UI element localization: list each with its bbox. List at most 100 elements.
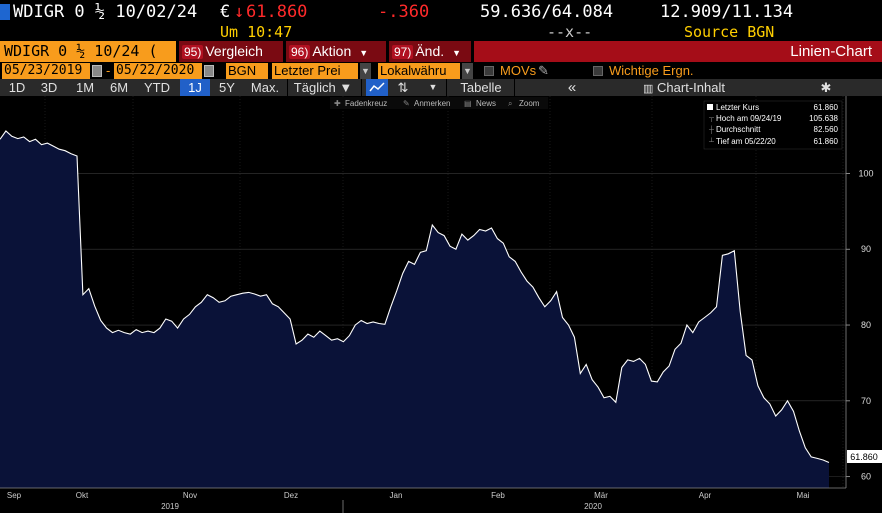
aenderung-button[interactable]: 97) Änd. ▼ xyxy=(389,41,471,62)
average-marker-icon: ┼ xyxy=(708,125,714,135)
annotate-button[interactable]: Anmerken xyxy=(414,99,450,108)
events-checkbox[interactable] xyxy=(593,66,603,76)
line-chart-icon[interactable] xyxy=(366,79,388,96)
table-button[interactable]: Tabelle xyxy=(452,79,510,96)
last-value-text: 61.860 xyxy=(850,452,878,462)
dropdown-arrow-icon[interactable]: ▼ xyxy=(426,79,440,96)
price-area xyxy=(0,131,829,488)
period-5y-button[interactable]: 5Y xyxy=(214,79,240,96)
x-tick-label: Feb xyxy=(491,491,505,500)
start-date-input[interactable]: 05/23/2019 xyxy=(2,63,90,79)
yields: 12.909/11.134 xyxy=(660,2,794,22)
price-change: -.360 xyxy=(378,2,430,22)
date-range-dash: - xyxy=(104,63,111,79)
price-field-select[interactable]: Letzter Prei xyxy=(272,63,358,79)
quote-bar: WDIGR 0 ½ 10/02/24 € ↓ 61.860 -.360 59.6… xyxy=(0,0,882,22)
period-3d-button[interactable]: 3D xyxy=(36,79,62,96)
x-tick-label: Mai xyxy=(797,491,810,500)
frequency-select[interactable]: Täglich ▼ xyxy=(290,79,356,96)
collapse-icon[interactable]: « xyxy=(562,79,582,96)
period-1d-button[interactable]: 1D xyxy=(4,79,30,96)
source-input[interactable]: BGN xyxy=(226,63,268,79)
aktion-label: Aktion xyxy=(312,43,352,59)
quote-time: Um 10:47 xyxy=(220,23,293,41)
calendar-icon[interactable] xyxy=(92,65,102,77)
chart-content-button[interactable]: ▥ Chart-Inhalt xyxy=(634,79,734,96)
news-icon[interactable]: ▤ xyxy=(464,99,472,108)
low-marker-icon: ┴ xyxy=(708,137,714,146)
y-tick-label: 60 xyxy=(861,472,871,482)
y-tick-label: 100 xyxy=(858,168,873,178)
aktion-button[interactable]: 96) Aktion ▼ xyxy=(286,41,386,62)
x-tick-label: Nov xyxy=(183,491,197,500)
events-label: Wichtige Ergn. xyxy=(609,63,694,78)
security-ticker[interactable]: WDIGR 0 ½ 10/02/24 xyxy=(13,2,197,22)
period-ytd-button[interactable]: YTD xyxy=(140,79,174,96)
zoom-icon[interactable]: ⌕ xyxy=(508,99,512,108)
zoom-button[interactable]: Zoom xyxy=(519,99,540,108)
aenderung-label: Änd. xyxy=(415,43,445,59)
legend-value-high: 105.638 xyxy=(809,114,838,123)
period-max-button[interactable]: Max. xyxy=(246,79,284,96)
currency-symbol: € xyxy=(220,2,231,22)
y-tick-label: 80 xyxy=(861,320,871,330)
period-6m-button[interactable]: 6M xyxy=(106,79,132,96)
settings-bar: 05/23/2019 - 05/22/2020 BGN Letzter Prei… xyxy=(0,63,882,80)
y-tick-label: 70 xyxy=(861,396,871,406)
pricing-source: Source BGN xyxy=(684,23,775,41)
crosshair-button[interactable]: Fadenkreuz xyxy=(345,99,387,108)
price-chart[interactable]: 60 70 80 90 100 Sep Okt Nov Dez Jan Feb Mär Apr Mai 2… xyxy=(0,96,882,513)
currency-select[interactable]: Lokalwähru xyxy=(378,63,460,79)
annotate-icon[interactable]: ✎ xyxy=(403,99,410,108)
x-year-label: 2019 xyxy=(161,502,179,511)
legend-label-high: Hoch am 09/24/19 xyxy=(716,114,782,123)
pencil-icon[interactable]: ✎ xyxy=(538,63,549,79)
news-button[interactable]: News xyxy=(476,99,496,108)
chart-legend: Letzter Kurs 61.860 ┬ Hoch am 09/24/19 1… xyxy=(703,100,843,150)
x-tick-label: Sep xyxy=(7,491,22,500)
aenderung-number: 97) xyxy=(392,45,414,59)
separator xyxy=(287,79,288,96)
bid-ask: 59.636/64.084 xyxy=(480,2,614,22)
dropdown-arrow-icon: ▼ xyxy=(452,48,462,58)
end-date-input[interactable]: 05/22/2020 xyxy=(114,63,202,79)
quote-subline: Um 10:47 --x-- Source BGN xyxy=(0,22,882,41)
ticker-field[interactable]: WDIGR 0 ½ 10/24 ( xyxy=(0,41,176,62)
vergleich-button[interactable]: 95) Vergleich xyxy=(179,41,283,62)
period-1m-button[interactable]: 1M xyxy=(72,79,98,96)
x-tick-label: Jan xyxy=(390,491,403,500)
y-axis: 60 70 80 90 100 xyxy=(845,96,874,488)
period-1j-button[interactable]: 1J xyxy=(180,79,210,96)
bar-chart-icon[interactable]: ⇅ xyxy=(392,79,414,96)
y-tick-label: 90 xyxy=(861,244,871,254)
last-price: 61.860 xyxy=(246,2,308,22)
legend-value-average: 82.560 xyxy=(814,125,839,134)
aktion-number: 96) xyxy=(289,45,311,59)
dropdown-arrow-icon: ▼ xyxy=(359,48,369,58)
dropdown-arrow-icon[interactable]: ▼ xyxy=(462,63,473,79)
chart-content-label: Chart-Inhalt xyxy=(657,80,725,95)
legend-label-low: Tief am 05/22/20 xyxy=(716,137,776,146)
legend-value-low: 61.860 xyxy=(814,137,839,146)
dropdown-arrow-icon[interactable]: ▼ xyxy=(360,63,371,79)
movs-checkbox[interactable] xyxy=(484,66,494,76)
legend-label-average: Durchschnitt xyxy=(716,125,761,134)
legend-label-last: Letzter Kurs xyxy=(716,103,759,112)
crosshair-icon[interactable]: ✚ xyxy=(334,99,341,108)
chart-type-title: Linien-Chart xyxy=(474,41,882,62)
last-value-tag: 61.860 xyxy=(847,450,882,463)
legend-swatch xyxy=(707,104,713,110)
chart-tools: ✚ Fadenkreuz ✎ Anmerken ▤ News ⌕ Zoom xyxy=(330,97,548,109)
gear-icon[interactable]: ✱ xyxy=(816,79,836,96)
separator xyxy=(361,79,362,96)
vergleich-label: Vergleich xyxy=(205,43,263,59)
movs-label: MOVs xyxy=(500,63,537,78)
x-tick-label: Mär xyxy=(594,491,608,500)
x-year-label: 2020 xyxy=(584,502,602,511)
calendar-icon[interactable] xyxy=(204,65,214,77)
legend-value-last: 61.860 xyxy=(814,103,839,112)
high-marker-icon: ┬ xyxy=(708,115,714,122)
period-bar: 1D 3D 1M 6M YTD 1J 5Y Max. Täglich ▼ ⇅ ▼… xyxy=(0,79,882,96)
x-tick-label: Okt xyxy=(76,491,89,500)
separator xyxy=(514,79,515,96)
